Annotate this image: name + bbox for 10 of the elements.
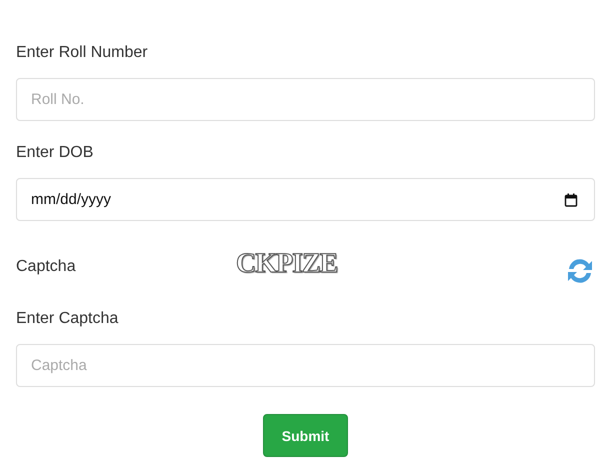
field-label: Enter Roll Number — [16, 43, 148, 63]
calendar-icon[interactable] — [564, 192, 578, 206]
input-field[interactable]: Roll No. — [16, 78, 595, 121]
date-field[interactable]: mm/dd/yyyy — [16, 178, 595, 221]
captcha-image: CKPIZE — [236, 249, 338, 279]
refresh-icon[interactable] — [565, 256, 595, 286]
field-label: Enter DOB — [16, 143, 94, 163]
captcha-label: Captcha — [16, 257, 77, 277]
field-label: Enter Captcha — [16, 309, 118, 329]
input-field[interactable]: Captcha — [16, 344, 595, 387]
